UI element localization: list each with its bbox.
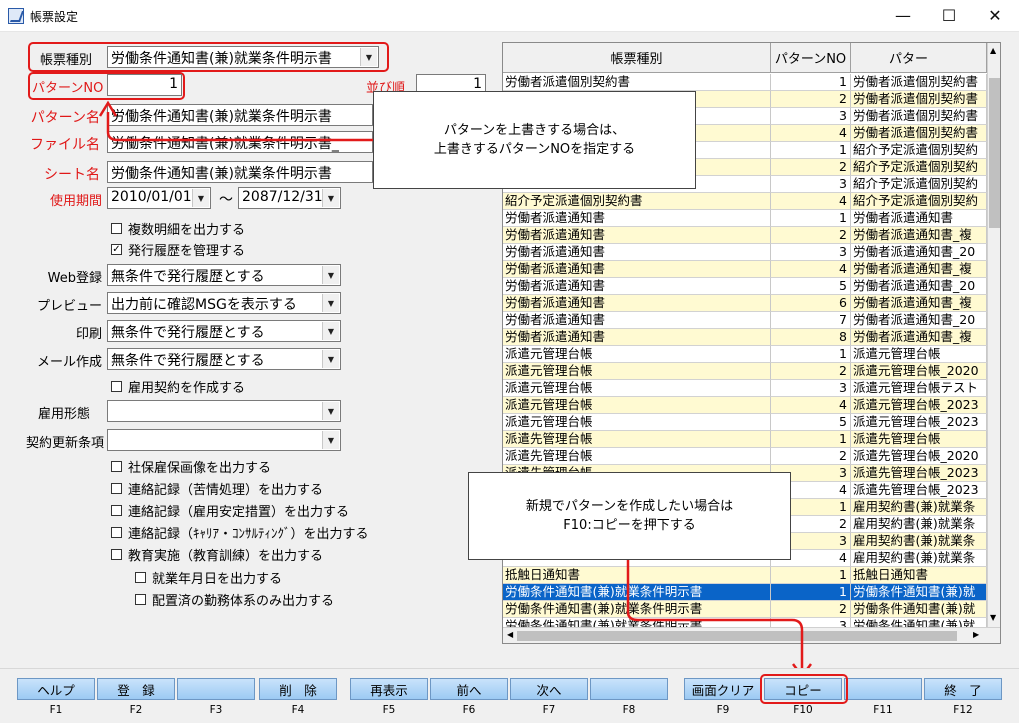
fkey-f5-label: F5	[382, 704, 396, 716]
fkey-f11-button[interactable]	[844, 678, 922, 700]
fkey-f7-label: F7	[542, 704, 556, 716]
arrow-to-copy	[626, 560, 804, 672]
fkey-f1-label: F1	[49, 704, 63, 716]
fkey-f4-label: F4	[291, 704, 305, 716]
copy-button-highlight	[760, 674, 848, 704]
fkey-f5-button[interactable]: 再表示	[350, 678, 428, 700]
fkey-f4-button[interactable]: 削 除	[259, 678, 337, 700]
fkey-f2-label: F2	[129, 704, 143, 716]
arrow-to-pattern-no	[106, 112, 373, 142]
fkey-f3-button[interactable]	[177, 678, 255, 700]
fkey-f6-button[interactable]: 前へ	[430, 678, 508, 700]
fkey-f3-label: F3	[209, 704, 223, 716]
fkey-f8-label: F8	[622, 704, 636, 716]
fkey-f9-button[interactable]: 画面クリア	[684, 678, 762, 700]
fkey-f12-label: F12	[953, 704, 973, 716]
fkey-f9-label: F9	[716, 704, 730, 716]
annotation-arrows	[98, 100, 812, 679]
fkey-f10-label: F10	[793, 704, 813, 716]
fkey-f6-label: F6	[462, 704, 476, 716]
fkey-f12-button[interactable]: 終 了	[924, 678, 1002, 700]
fkey-f1-button[interactable]: ヘルプ	[17, 678, 95, 700]
fkey-f7-button[interactable]: 次へ	[510, 678, 588, 700]
fkey-f11-label: F11	[873, 704, 893, 716]
fkey-f2-button[interactable]: 登 録	[97, 678, 175, 700]
fkey-f8-button[interactable]	[590, 678, 668, 700]
